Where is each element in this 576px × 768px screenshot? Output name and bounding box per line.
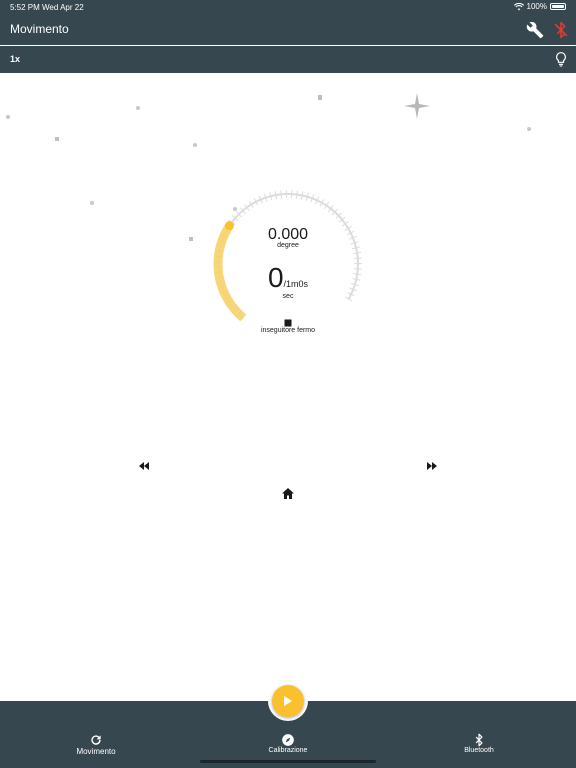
rewind-button[interactable] [136, 459, 152, 471]
nav-label-bluetooth: Bluetooth [464, 747, 494, 754]
stop-button[interactable] [283, 315, 293, 327]
app-bar: Movimento [0, 14, 576, 45]
wrench-icon [526, 21, 544, 39]
tracker-status: inseguitore fermo [260, 327, 316, 334]
play-icon [284, 696, 292, 706]
speed-multiplier[interactable]: 1x [10, 54, 20, 64]
compass-icon [282, 734, 294, 746]
status-time: 5:52 PM [10, 3, 40, 12]
bluetooth-disabled-icon [554, 21, 568, 39]
bluetooth-icon [475, 733, 483, 747]
degree-unit: degree [277, 242, 299, 249]
bluetooth-status-button[interactable] [552, 21, 570, 39]
status-right: 100% [513, 2, 566, 11]
total-time: /1m0s [283, 279, 309, 289]
nav-label-calibrazione: Calibrazione [268, 747, 308, 754]
star-field [6, 93, 531, 241]
settings-button[interactable] [526, 21, 544, 39]
status-bar: 5:52 PM Wed Apr 22 100% [0, 0, 576, 14]
rewind-icon [139, 462, 149, 470]
fast-forward-icon [427, 462, 437, 470]
nav-item-bluetooth[interactable]: Bluetooth [419, 701, 539, 768]
lightbulb-icon [556, 52, 566, 67]
page-title: Movimento [10, 22, 69, 36]
battery-icon [550, 3, 566, 10]
dial-ticks [214, 190, 363, 322]
home-icon [282, 488, 294, 499]
play-button[interactable] [272, 685, 304, 717]
battery-percent: 100% [526, 2, 547, 11]
home-indicator [200, 760, 376, 763]
elapsed-time: 0/1m0s [228, 262, 348, 294]
nav-item-movimento[interactable]: Movimento [36, 701, 156, 768]
elapsed-time-value: 0 [267, 262, 284, 293]
speed-bar: 1x [0, 46, 576, 73]
nav-label-movimento: Movimento [76, 747, 116, 756]
refresh-icon [91, 735, 101, 745]
fast-forward-button[interactable] [424, 459, 440, 471]
wifi-icon [513, 2, 524, 10]
time-unit: sec [282, 293, 294, 300]
light-button[interactable] [553, 51, 569, 67]
home-button[interactable] [281, 487, 295, 500]
status-date: Wed Apr 22 [42, 3, 84, 12]
